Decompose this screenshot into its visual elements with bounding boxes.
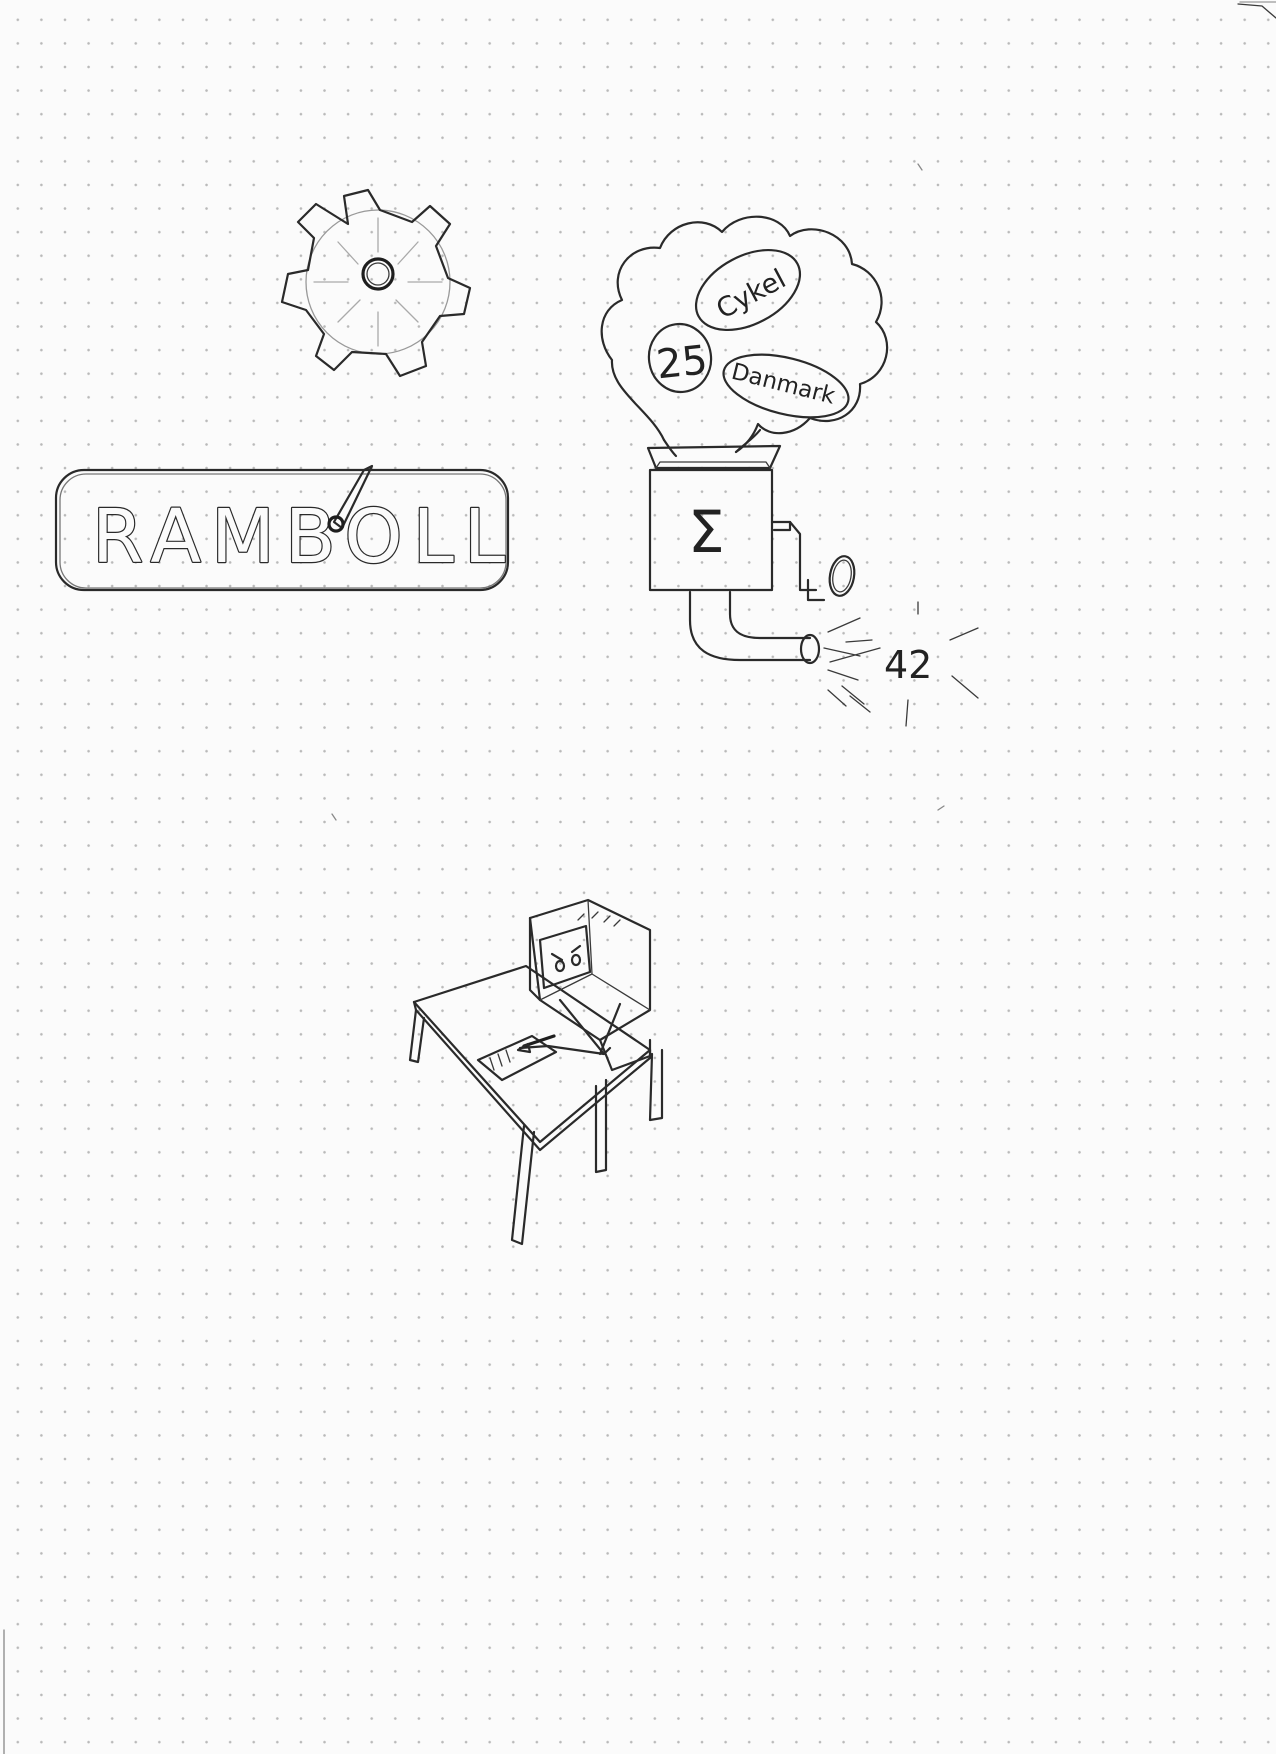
sigma-machine: Σ 42 <box>646 444 979 727</box>
gear-icon <box>280 188 472 378</box>
bubble-number-text: 25 <box>654 337 709 388</box>
sketch-canvas: RAMBOLL 25 Cykel Danmark Σ 42 <box>3 1 1276 1754</box>
bubble-bottom-text: Danmark <box>729 359 838 410</box>
computer-at-desk-icon <box>408 898 664 1246</box>
machine-output-value: 42 <box>884 643 932 687</box>
bubble-top-text: Cykel <box>712 264 792 326</box>
page-corner <box>1237 1 1276 19</box>
logo-text: RAMBOLL <box>92 494 515 580</box>
machine-symbol: Σ <box>688 498 725 566</box>
thought-cloud: 25 Cykel Danmark <box>600 215 889 458</box>
ramboll-logo: RAMBOLL <box>54 464 515 592</box>
